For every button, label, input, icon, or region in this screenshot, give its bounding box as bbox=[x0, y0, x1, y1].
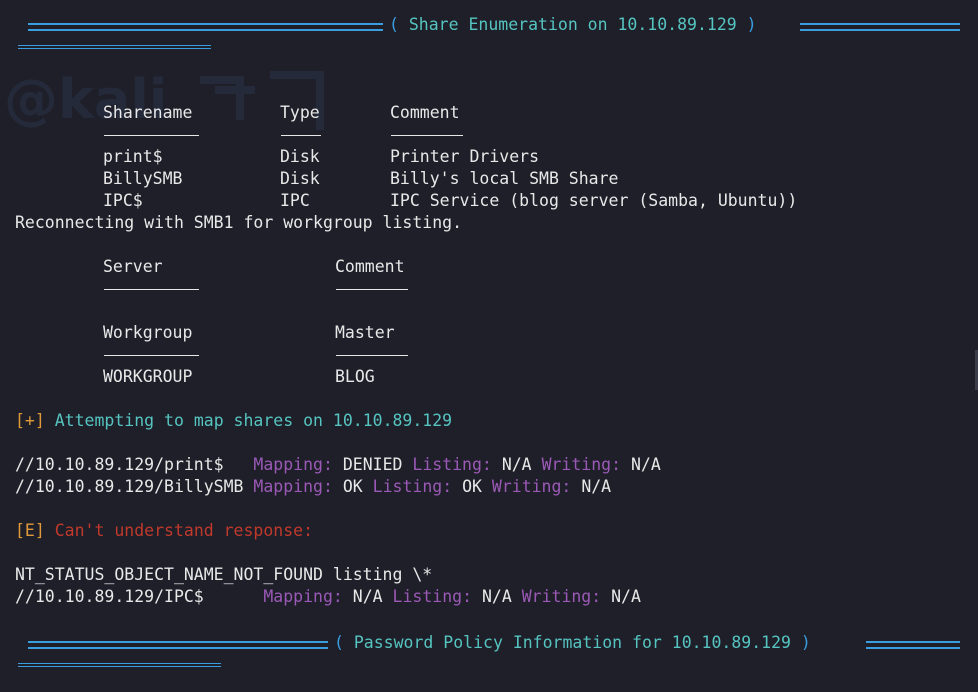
share-row-comment: IPC Service (blog server (Samba, Ubuntu)… bbox=[390, 191, 798, 210]
share-row-name: BillySMB bbox=[103, 169, 183, 188]
listing-label: Listing: bbox=[412, 455, 492, 474]
server-header-server: Server bbox=[103, 257, 163, 276]
mapping-label: Mapping: bbox=[253, 477, 333, 496]
listing-value: OK bbox=[462, 477, 482, 496]
workgroup-underline-workgroup bbox=[104, 355, 199, 356]
header1-title-line: ( Share Enumeration on 10.10.89.129 ) bbox=[389, 15, 757, 34]
header2-title: Password Policy Information for 10.10.89… bbox=[353, 633, 791, 652]
writing-value: N/A bbox=[611, 587, 641, 606]
workgroup-row-name: WORKGROUP bbox=[103, 367, 193, 386]
header1-rule-left bbox=[28, 23, 383, 31]
attempt-text: Attempting to map shares on 10.10.89.129 bbox=[54, 411, 453, 430]
header2-rule-right bbox=[866, 641, 960, 649]
kali-watermark-logo: @kali bbox=[4, 68, 324, 131]
terminal-window[interactable]: @kali ( Share Enumeration on 10.10.89.12… bbox=[0, 0, 978, 692]
reconnect-line: Reconnecting with SMB1 for workgroup lis… bbox=[15, 213, 463, 232]
writing-label: Writing: bbox=[491, 477, 572, 496]
attempt-line: [+] Attempting to map shares on 10.10.89… bbox=[15, 410, 452, 432]
mapping-line: //10.10.89.129/print$ Mapping: DENIED Li… bbox=[15, 454, 661, 476]
share-path: //10.10.89.129/IPC$ bbox=[15, 587, 264, 606]
shares-header-sharename: Sharename bbox=[103, 103, 193, 122]
writing-label: Writing: bbox=[541, 455, 622, 474]
listing-label: Listing: bbox=[392, 587, 473, 606]
writing-value: N/A bbox=[581, 477, 612, 496]
server-underline-comment bbox=[336, 289, 408, 290]
header1-rule-under bbox=[18, 45, 211, 49]
share-row-comment: Printer Drivers bbox=[390, 147, 540, 166]
share-path: //10.10.89.129/BillySMB bbox=[15, 477, 254, 496]
share-row-comment: Billy's local SMB Share bbox=[390, 169, 619, 188]
listing-value: N/A bbox=[501, 455, 532, 474]
share-row-type: Disk bbox=[280, 169, 320, 188]
server-header-comment: Comment bbox=[335, 257, 405, 276]
writing-value: N/A bbox=[630, 455, 661, 474]
header2-rule-under bbox=[18, 663, 221, 667]
error-prefix: [E] bbox=[15, 521, 45, 540]
share-row-type: Disk bbox=[280, 147, 320, 166]
share-row-name: print$ bbox=[103, 147, 163, 166]
share-path: //10.10.89.129/print$ bbox=[15, 455, 254, 474]
shares-underline-sharename bbox=[104, 135, 199, 136]
mapping-value: N/A bbox=[352, 587, 383, 606]
shares-underline-type bbox=[281, 135, 321, 136]
share-row-name: IPC$ bbox=[103, 191, 143, 210]
listing-value: N/A bbox=[481, 587, 512, 606]
shares-header-type: Type bbox=[280, 103, 320, 122]
shares-header-comment: Comment bbox=[390, 103, 460, 122]
header2-rule-left bbox=[28, 641, 328, 649]
header1-title: Share Enumeration on 10.10.89.129 bbox=[408, 15, 737, 34]
workgroup-underline-master bbox=[336, 355, 408, 356]
server-underline-server bbox=[104, 289, 199, 290]
header1-rule-right bbox=[800, 23, 960, 31]
shares-underline-comment bbox=[391, 135, 463, 136]
mapping-value: DENIED bbox=[342, 455, 403, 474]
info-prefix: [+] bbox=[15, 411, 45, 430]
workgroup-row-master: BLOG bbox=[335, 367, 375, 386]
listing-label: Listing: bbox=[372, 477, 453, 496]
error-line: [E] Can't understand response: bbox=[15, 520, 313, 542]
mapping-line: //10.10.89.129/BillySMB Mapping: OK List… bbox=[15, 476, 611, 498]
writing-label: Writing: bbox=[521, 587, 602, 606]
mapping-label: Mapping: bbox=[263, 587, 343, 606]
mapping-line: //10.10.89.129/IPC$ Mapping: N/A Listing… bbox=[15, 586, 641, 608]
header2-title-line: ( Password Policy Information for 10.10.… bbox=[334, 633, 811, 652]
error-text: Can't understand response: bbox=[54, 521, 314, 540]
nt-status-line: NT_STATUS_OBJECT_NAME_NOT_FOUND listing … bbox=[15, 565, 433, 584]
workgroup-header-workgroup: Workgroup bbox=[103, 323, 193, 342]
share-row-type: IPC bbox=[280, 191, 310, 210]
mapping-value: OK bbox=[342, 477, 363, 496]
mapping-label: Mapping: bbox=[253, 455, 333, 474]
workgroup-header-master: Master bbox=[335, 323, 395, 342]
